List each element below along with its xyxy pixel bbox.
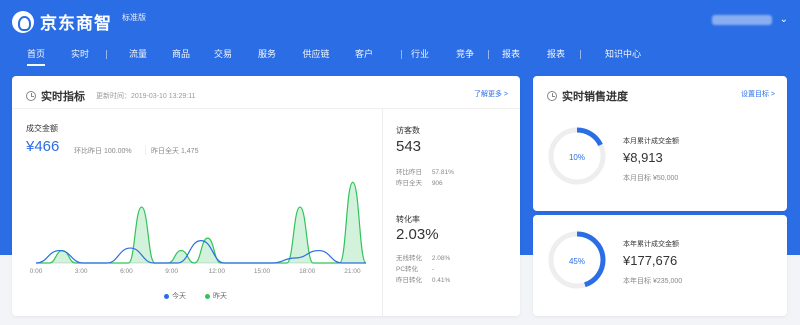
- conversion-value: 2.03%: [396, 226, 439, 243]
- x-tick-label: 3:00: [75, 268, 88, 275]
- x-tick-label: 18:00: [299, 268, 316, 275]
- realtime-title: 实时指标: [41, 91, 85, 103]
- x-tick-label: 9:00: [165, 268, 178, 275]
- clock-icon: [26, 91, 36, 101]
- yesterday-dot-icon: [205, 293, 210, 299]
- nav-item-0[interactable]: 首页: [26, 46, 46, 68]
- nav-item-10[interactable]: 报表: [502, 46, 520, 68]
- month-target: 本月目标 ¥50,000: [623, 175, 679, 182]
- x-tick-label: 15:00: [254, 268, 271, 275]
- nav-separator: [106, 50, 107, 59]
- month-gmv-label: 本月累计成交金额: [623, 138, 679, 145]
- gmv-compare: 环比昨日 100.00%: [74, 148, 132, 155]
- top-bar: 京东商智 标准版 ⌄: [0, 0, 800, 42]
- year-target: 本年目标 ¥235,000: [623, 278, 683, 285]
- nav-item-8[interactable]: 行业: [411, 46, 429, 68]
- jd-logo-icon: [12, 10, 34, 33]
- nav-item-7[interactable]: 客户: [355, 46, 373, 68]
- month-gmv-value: ¥8,913: [623, 150, 663, 165]
- year-progress-pct: 45%: [568, 257, 585, 266]
- divider: [12, 108, 520, 109]
- conversion-row-wireless: 无线转化 2.08%: [396, 255, 451, 262]
- legend-yesterday-label: 昨天: [213, 293, 227, 300]
- nav-item-5[interactable]: 服务: [258, 46, 276, 68]
- nav-separator: [488, 50, 489, 59]
- visitors-row-yesterday: 昨日全天 906: [396, 180, 443, 187]
- month-progress-pct: 10%: [568, 153, 585, 162]
- nav-separator: [401, 50, 402, 59]
- x-tick-label: 0:00: [30, 268, 43, 275]
- sales-title: 实时销售进度: [562, 91, 628, 103]
- clock-icon: [547, 91, 557, 101]
- year-gmv-value: ¥177,676: [623, 253, 678, 268]
- nav-separator: [580, 50, 581, 59]
- brand-edition: 标准版: [122, 13, 146, 22]
- nav-item-12[interactable]: 知识中心: [605, 46, 641, 68]
- user-menu[interactable]: ⌄: [711, 14, 788, 25]
- user-name-blurred: [711, 14, 772, 25]
- x-tick-label: 6:00: [120, 268, 133, 275]
- nav-item-6[interactable]: 供应链: [302, 46, 329, 68]
- nav-item-11[interactable]: 报表: [547, 46, 565, 68]
- learn-more-link[interactable]: 了解更多 >: [474, 89, 508, 99]
- main-nav: 首页 实时 流量 商品 交易 服务 供应链 客户 行业 竞争 报表 报表 知识中心: [0, 46, 800, 68]
- year-gmv-label: 本年累计成交金额: [623, 241, 679, 248]
- x-tick-label: 21:00: [344, 268, 361, 275]
- legend-today[interactable]: 今天: [164, 291, 186, 301]
- chevron-down-icon: ⌄: [779, 14, 788, 25]
- legend-today-label: 今天: [172, 293, 186, 300]
- gmv-value: ¥466: [26, 138, 60, 155]
- sales-card-year: 45% 本年累计成交金额 ¥177,676 本年目标 ¥235,000: [533, 215, 787, 316]
- nav-item-3[interactable]: 商品: [172, 46, 190, 68]
- visitors-label: 访客数: [396, 126, 420, 135]
- nav-item-4[interactable]: 交易: [214, 46, 232, 68]
- sales-card-month: 实时销售进度 设置目标 > 10% 本月累计成交金额 ¥8,913 本月目标 ¥…: [533, 76, 787, 211]
- gmv-label: 成交金额: [26, 124, 58, 133]
- nav-item-2[interactable]: 流量: [129, 46, 147, 68]
- visitors-row-compare: 环比昨日 57.81%: [396, 169, 454, 176]
- legend-yesterday[interactable]: 昨天: [205, 291, 227, 301]
- x-tick-label: 12:00: [209, 268, 226, 275]
- gmv-yesterday: 昨日全天 1,475: [151, 148, 199, 155]
- nav-item-1[interactable]: 实时: [71, 46, 89, 68]
- brand-name: 京东商智: [40, 14, 112, 33]
- conversion-row-yesterday: 昨日转化 0.41%: [396, 277, 451, 284]
- realtime-card: 实时指标 更新时间：2019-03-10 13:29:11 了解更多 > 成交金…: [12, 76, 520, 316]
- logo[interactable]: 京东商智 标准版: [12, 9, 146, 34]
- visitors-value: 543: [396, 138, 422, 155]
- update-time: 更新时间：2019-03-10 13:29:11: [96, 93, 196, 100]
- trend-chart: 0:00 3:00 6:00 9:00 12:00 15:00 18:00 21:00: [30, 181, 367, 275]
- conversion-label: 转化率: [396, 215, 420, 224]
- conversion-row-pc: PC转化 -: [396, 266, 434, 273]
- nav-item-9[interactable]: 竞争: [456, 46, 474, 68]
- set-target-link[interactable]: 设置目标 >: [741, 89, 775, 99]
- today-dot-icon: [164, 293, 169, 299]
